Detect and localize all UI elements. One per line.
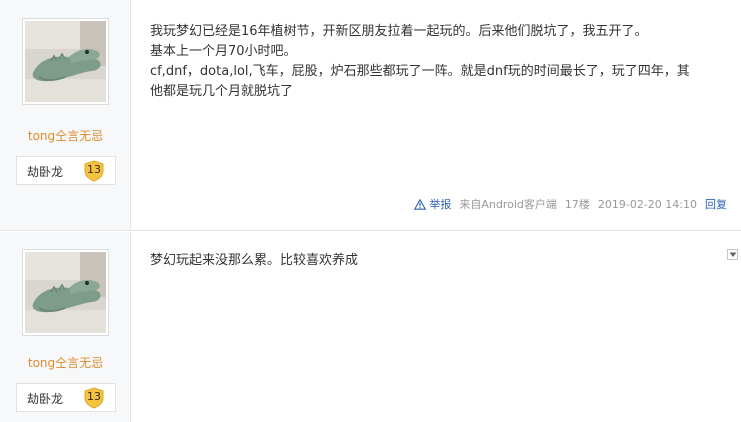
post-content: 我玩梦幻已经是16年植树节，开新区朋友拉着一起玩的。后来他们脱坑了，我五开了。 … xyxy=(150,22,720,102)
username-link[interactable]: tong仝言无忌 xyxy=(0,354,131,371)
post-menu-dropdown[interactable] xyxy=(727,249,738,260)
content-line: 我玩梦幻已经是16年植树节，开新区朋友拉着一起玩的。后来他们脱坑了，我五开了。 xyxy=(150,24,648,39)
chevron-down-icon xyxy=(729,252,737,257)
username-link[interactable]: tong仝言无忌 xyxy=(0,127,131,144)
content-line: 他都是玩几个月就脱坑了 xyxy=(150,84,294,99)
content-line: 梦幻玩起来没那么累。比较喜欢养成 xyxy=(150,253,359,268)
avatar-crocodile-plush-image xyxy=(25,252,106,333)
post-floor-next: tong仝言无忌 劫卧龙 13 梦幻玩起来没那么累。比较喜欢养成 xyxy=(0,232,741,422)
badge-label: 劫卧龙 xyxy=(27,392,64,406)
client-source-text: 来自Android客户端 xyxy=(459,198,557,211)
warning-triangle-icon xyxy=(414,198,427,210)
author-sidebar: tong仝言无忌 劫卧龙 13 xyxy=(0,0,131,230)
post-floor-17: tong仝言无忌 劫卧龙 13 我玩梦幻已经是16年植树节，开新区朋友拉着一起玩… xyxy=(0,0,741,231)
post-tail: 举报 来自Android客户端 17楼 2019-02-20 14:10 回复 xyxy=(414,196,727,212)
report-link[interactable]: 举报 xyxy=(414,196,451,212)
avatar[interactable] xyxy=(22,18,109,105)
floor-number: 17楼 xyxy=(564,198,590,211)
avatar[interactable] xyxy=(22,249,109,336)
badge-level-number: 13 xyxy=(87,390,101,403)
avatar-crocodile-plush-image xyxy=(25,21,106,102)
author-sidebar: tong仝言无忌 劫卧龙 13 xyxy=(0,232,131,422)
level-shield: 13 xyxy=(83,160,105,182)
level-badge[interactable]: 劫卧龙 13 xyxy=(16,156,116,185)
post-time: 2019-02-20 14:10 xyxy=(597,197,697,211)
badge-label: 劫卧龙 xyxy=(27,165,64,179)
post-content: 梦幻玩起来没那么累。比较喜欢养成 xyxy=(150,251,720,271)
level-shield: 13 xyxy=(83,387,105,409)
content-line: 基本上一个月70小时吧。 xyxy=(150,44,297,59)
badge-level-number: 13 xyxy=(87,163,101,176)
reply-link[interactable]: 回复 xyxy=(705,196,727,212)
client-source: 来自Android客户端 xyxy=(459,196,557,212)
report-label: 举报 xyxy=(429,198,452,211)
content-line: cf,dnf，dota,lol,飞车，屁股，炉石那些都玩了一阵。就是dnf玩的时… xyxy=(150,64,690,79)
level-badge[interactable]: 劫卧龙 13 xyxy=(16,383,116,412)
